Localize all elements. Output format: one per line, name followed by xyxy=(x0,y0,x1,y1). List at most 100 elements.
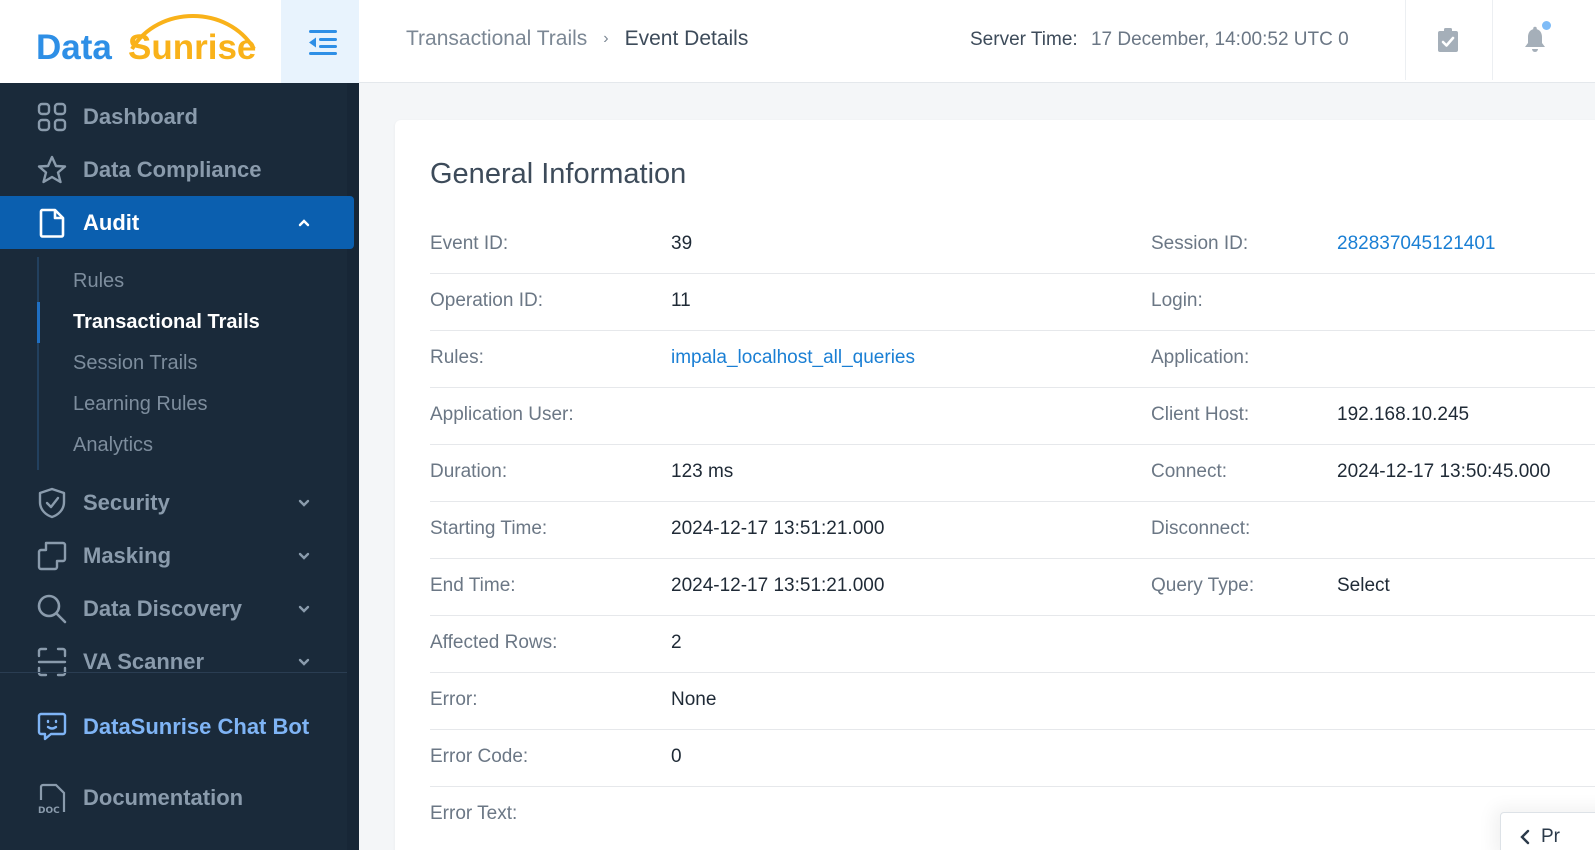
info-row: Starting Time: 2024-12-17 13:51:21.000 D… xyxy=(430,502,1595,559)
sidebar-item-label: DataSunrise Chat Bot xyxy=(83,713,310,739)
bell-icon xyxy=(1525,26,1545,52)
submenu-item-transactional-trails[interactable]: Transactional Trails xyxy=(37,302,359,343)
operation-id-label: Operation ID: xyxy=(430,290,543,311)
breadcrumb-event-details: Event Details xyxy=(624,27,749,50)
info-row: Rules: impala_localhost_all_queries Appl… xyxy=(430,331,1595,388)
error-text-label: Error Text: xyxy=(430,803,518,824)
sidebar-item-dashboard[interactable]: Dashboard xyxy=(0,90,354,143)
sidebar-divider xyxy=(0,672,347,673)
chat-bot-icon xyxy=(36,711,68,743)
top-header: Transactional Trails › Event Details Ser… xyxy=(359,0,1595,83)
sidebar-item-data-discovery[interactable]: Data Discovery xyxy=(0,582,354,635)
sidebar-item-security[interactable]: Security xyxy=(0,476,354,529)
doc-icon: DOC xyxy=(36,782,68,814)
card-title: General Information xyxy=(430,158,687,190)
info-row: Application User: Client Host: 192.168.1… xyxy=(430,388,1595,445)
logo-area: Data Sunrise xyxy=(0,0,281,83)
error-code-value: 0 xyxy=(671,746,682,767)
session-id-label: Session ID: xyxy=(1151,233,1249,254)
logo-text-sunrise: Sunrise xyxy=(128,28,257,67)
sidebar-nav: Dashboard Data Compliance Audit Rules Tr… xyxy=(0,90,359,688)
error-value: None xyxy=(671,689,717,710)
shield-check-icon xyxy=(36,487,68,519)
info-row: Error Text: xyxy=(430,787,1595,844)
notifications-button[interactable] xyxy=(1515,20,1555,60)
affected-rows-label: Affected Rows: xyxy=(430,632,558,653)
event-id-value: 39 xyxy=(671,233,693,254)
sidebar-item-label: VA Scanner xyxy=(83,648,205,674)
breadcrumb-separator-icon: › xyxy=(603,30,609,47)
sidebar-item-label: Masking xyxy=(83,542,172,568)
previous-button[interactable]: Pr xyxy=(1500,812,1595,850)
chevron-down-icon[interactable] xyxy=(296,495,312,511)
client-host-label: Client Host: xyxy=(1151,404,1250,425)
rules-link[interactable]: impala_localhost_all_queries xyxy=(671,347,915,369)
tasks-button[interactable] xyxy=(1428,20,1468,60)
info-row: Error: None xyxy=(430,673,1595,730)
chevron-left-icon xyxy=(1519,829,1531,845)
sidebar-item-documentation[interactable]: DOC Documentation xyxy=(0,771,354,824)
application-user-label: Application User: xyxy=(430,404,574,425)
header-divider xyxy=(1492,0,1493,80)
sidebar-bottom-nav: DataSunrise Chat Bot DOC Documentation xyxy=(0,700,359,824)
masking-icon xyxy=(36,540,68,572)
audit-submenu: Rules Transactional Trails Session Trail… xyxy=(37,257,359,470)
sidebar-item-label: Documentation xyxy=(83,784,244,810)
submenu-item-session-trails[interactable]: Session Trails xyxy=(39,343,359,384)
duration-label: Duration: xyxy=(430,461,508,482)
clipboard-check-icon xyxy=(1438,28,1458,52)
breadcrumb-transactional-trails[interactable]: Transactional Trails xyxy=(406,27,587,51)
connect-value: 2024-12-17 13:50:45.000 xyxy=(1337,461,1551,482)
error-label: Error: xyxy=(430,689,478,710)
collapse-sidebar-button[interactable] xyxy=(281,0,364,83)
error-code-label: Error Code: xyxy=(430,746,529,767)
info-row: Event ID: 39 Session ID: 282837045121401 xyxy=(430,217,1595,274)
info-grid: Event ID: 39 Session ID: 282837045121401… xyxy=(430,217,1595,844)
chevron-down-icon[interactable] xyxy=(296,548,312,564)
sidebar-item-masking[interactable]: Masking xyxy=(0,529,354,582)
collapse-menu-icon xyxy=(308,29,337,55)
operation-id-value: 11 xyxy=(671,290,691,311)
login-label: Login: xyxy=(1151,290,1203,311)
info-row: End Time: 2024-12-17 13:51:21.000 Query … xyxy=(430,559,1595,616)
chevron-up-icon[interactable] xyxy=(296,215,312,231)
end-time-value: 2024-12-17 13:51:21.000 xyxy=(671,575,885,596)
end-time-label: End Time: xyxy=(430,575,516,596)
submenu-item-analytics[interactable]: Analytics xyxy=(39,425,359,466)
submenu-item-label: Analytics xyxy=(73,434,154,456)
sidebar-item-va-scanner[interactable]: VA Scanner xyxy=(0,635,354,688)
query-type-label: Query Type: xyxy=(1151,575,1255,596)
submenu-item-label: Transactional Trails xyxy=(73,311,260,333)
svg-text:DOC: DOC xyxy=(38,806,60,814)
chevron-down-icon[interactable] xyxy=(296,601,312,617)
info-row: Operation ID: 11 Login: xyxy=(430,274,1595,331)
general-information-card: General Information Event ID: 39 Session… xyxy=(395,120,1595,850)
duration-value: 123 ms xyxy=(671,461,734,482)
info-row: Affected Rows: 2 xyxy=(430,616,1595,673)
connect-label: Connect: xyxy=(1151,461,1228,482)
starting-time-label: Starting Time: xyxy=(430,518,548,539)
server-time: Server Time: 17 December, 14:00:52 UTC 0 xyxy=(970,29,1349,51)
sidebar-item-label: Data Compliance xyxy=(83,156,262,182)
sidebar: Data Sunrise Dashboard Data Compliance A… xyxy=(0,0,364,850)
sidebar-item-chat-bot[interactable]: DataSunrise Chat Bot xyxy=(0,700,354,753)
server-time-value: 17 December, 14:00:52 UTC 0 xyxy=(1090,29,1349,50)
chevron-down-icon[interactable] xyxy=(296,654,312,670)
sidebar-item-data-compliance[interactable]: Data Compliance xyxy=(0,143,354,196)
session-id-link[interactable]: 282837045121401 xyxy=(1337,233,1496,255)
sidebar-item-label: Security xyxy=(83,489,170,515)
search-icon xyxy=(36,593,68,625)
disconnect-label: Disconnect: xyxy=(1151,518,1251,539)
info-row: Duration: 123 ms Connect: 2024-12-17 13:… xyxy=(430,445,1595,502)
sidebar-item-audit[interactable]: Audit xyxy=(0,196,354,249)
submenu-item-rules[interactable]: Rules xyxy=(39,261,359,302)
dashboard-icon xyxy=(36,101,68,133)
breadcrumb: Transactional Trails › Event Details xyxy=(406,27,748,51)
submenu-item-learning-rules[interactable]: Learning Rules xyxy=(39,384,359,425)
submenu-item-label: Learning Rules xyxy=(73,393,208,415)
client-host-value: 192.168.10.245 xyxy=(1337,404,1470,425)
datasunrise-logo[interactable]: Data Sunrise xyxy=(36,8,256,70)
sidebar-item-label: Audit xyxy=(83,209,140,235)
server-time-label: Server Time: xyxy=(970,29,1078,50)
logo-text-data: Data xyxy=(36,28,112,67)
